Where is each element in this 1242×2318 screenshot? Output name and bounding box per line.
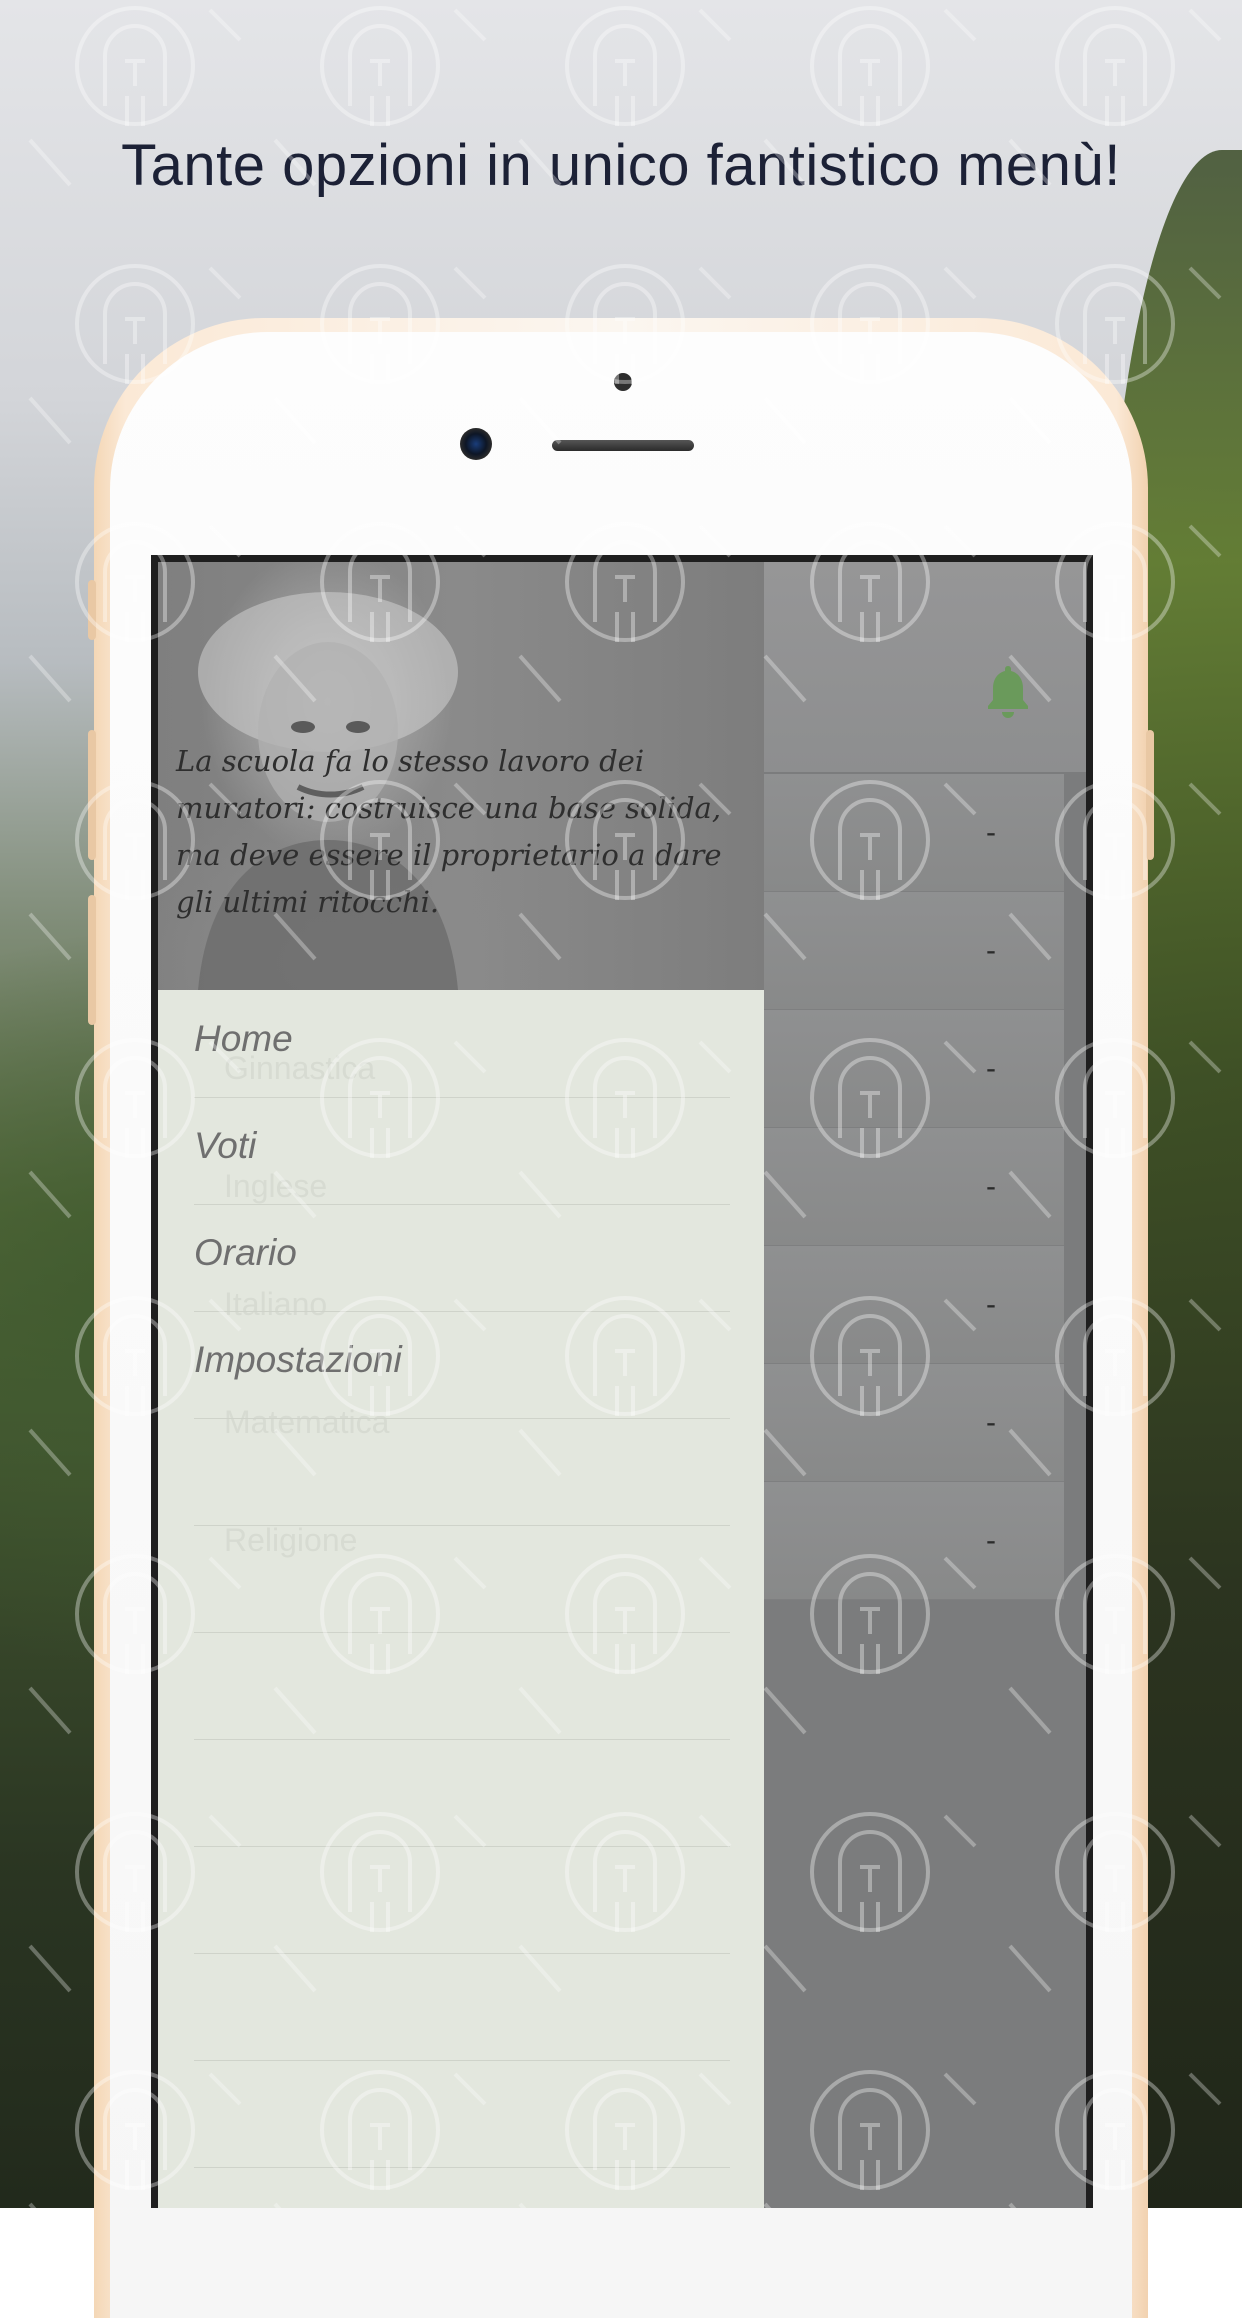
grade-value: -	[986, 1406, 996, 1439]
menu-item-home[interactable]: Home	[194, 990, 730, 1098]
grade-value: -	[986, 1052, 996, 1085]
earpiece-speaker	[552, 440, 694, 451]
phone-volume-up	[88, 730, 96, 860]
phone-volume-down	[88, 895, 96, 1025]
menu-item-impostazioni[interactable]: Impostazioni	[194, 1311, 730, 1419]
phone-power-button	[1146, 730, 1154, 860]
empty-menu-row	[194, 1525, 730, 1633]
grade-value: -	[986, 1524, 996, 1557]
bell-icon[interactable]	[982, 662, 1034, 720]
drawer-menu: Ginnastica Inglese Italiano Matematica R…	[158, 990, 764, 2208]
side-drawer: La scuola fa lo stesso lavoro dei murato…	[158, 562, 764, 2208]
drawer-quote: La scuola fa lo stesso lavoro dei murato…	[176, 744, 722, 919]
empty-menu-row	[194, 1953, 730, 2061]
empty-menu-row	[194, 1846, 730, 1954]
app-screen: Voti - - - - - - -	[158, 562, 1086, 2208]
promo-headline: Tante opzioni in unico fantistico menù!	[121, 133, 1121, 198]
grade-value: -	[986, 816, 996, 849]
empty-menu-row	[194, 1739, 730, 1847]
grade-value: -	[986, 1170, 996, 1203]
phone-side-button	[88, 580, 96, 640]
empty-menu-row	[194, 2060, 730, 2168]
menu-item-label: Home	[194, 1018, 293, 1059]
menu-item-label: Voti	[194, 1125, 257, 1166]
proximity-sensor	[614, 373, 632, 391]
menu-item-orario[interactable]: Orario	[194, 1204, 730, 1312]
drawer-header: La scuola fa lo stesso lavoro dei murato…	[158, 562, 764, 990]
grade-value: -	[986, 1288, 996, 1321]
empty-menu-row	[194, 1418, 730, 1526]
menu-item-voti[interactable]: Voti	[194, 1097, 730, 1205]
front-camera	[460, 428, 492, 460]
menu-item-label: Orario	[194, 1232, 297, 1273]
phone-screen: Voti - - - - - - -	[151, 555, 1093, 2208]
empty-menu-row	[194, 1632, 730, 1740]
grade-value: -	[986, 934, 996, 967]
menu-item-label: Impostazioni	[194, 1339, 402, 1380]
